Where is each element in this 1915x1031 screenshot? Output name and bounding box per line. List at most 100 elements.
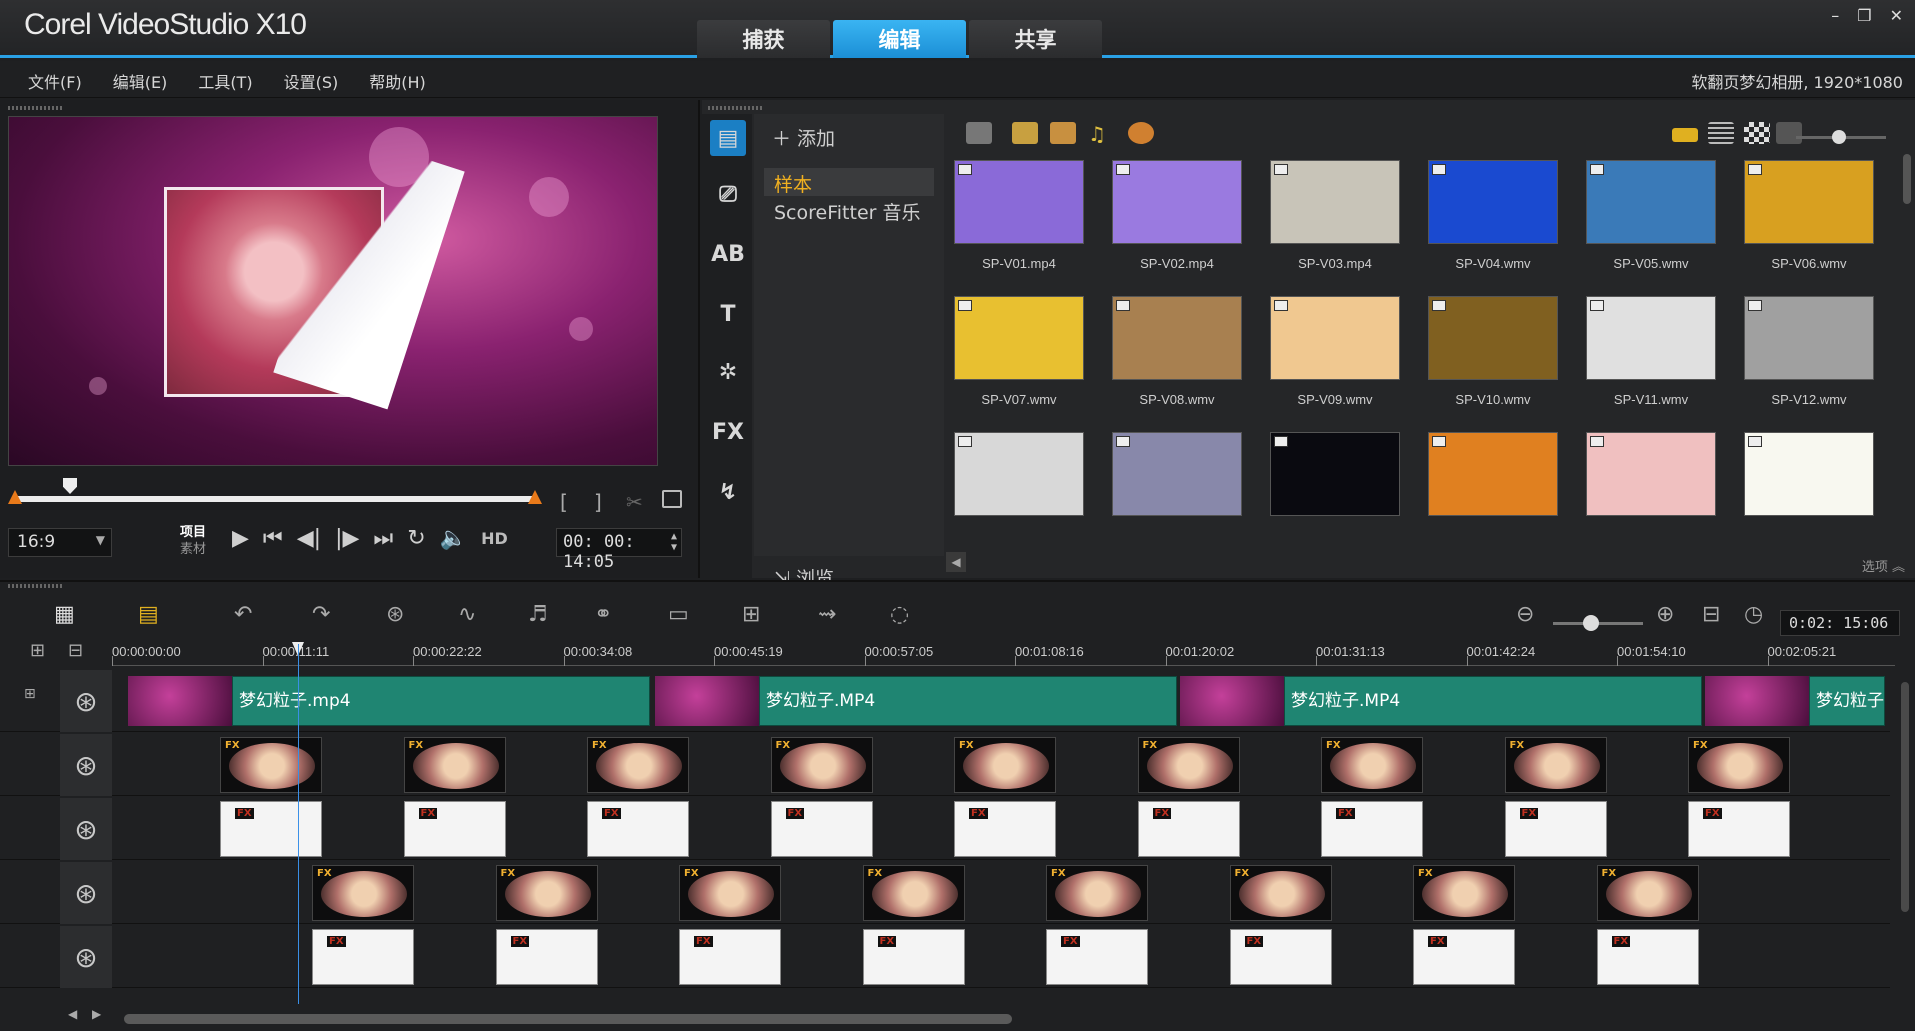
video-clip[interactable]: 梦幻粒子.MP4 <box>1284 676 1702 726</box>
overlay-photo-clip[interactable]: FX <box>954 737 1056 793</box>
library-thumbnail[interactable]: SP-V10.wmv <box>1428 296 1558 407</box>
graphics-icon[interactable]: ✲ <box>710 354 746 390</box>
thumbnail-size-slider[interactable] <box>1796 130 1886 144</box>
split-clip-icon[interactable]: ✂ <box>626 490 643 514</box>
library-thumbnail[interactable]: SP-V02.mp4 <box>1112 160 1242 271</box>
show-photos-icon[interactable] <box>1050 122 1076 144</box>
overlay-mask-clip[interactable]: FX <box>1321 801 1423 857</box>
ripple-edit-icon[interactable]: ⊞ <box>24 686 36 702</box>
mark-in-button[interactable]: [ <box>560 490 568 514</box>
overlay-mask-clip[interactable]: FX <box>862 929 965 985</box>
overlay-mask-clip[interactable]: FX <box>1046 929 1148 985</box>
video-clip[interactable]: 梦幻粒子.mp4 <box>232 676 650 726</box>
scrub-bar[interactable] <box>14 496 534 502</box>
time-remapping-icon[interactable]: ⇝ <box>818 602 836 627</box>
overlay-track-toggle-icon[interactable]: ⊛ <box>60 862 112 924</box>
library-thumbnail[interactable]: SP-V11.wmv <box>1586 296 1716 407</box>
add-folder-button[interactable]: ＋ 添加 <box>772 124 835 151</box>
menu-settings[interactable]: 设置(S) <box>284 69 339 93</box>
slider-knob[interactable] <box>1832 130 1846 144</box>
overlay-mask-clip[interactable]: FX <box>403 801 506 857</box>
timeline-ruler[interactable]: 00:00:00:00 00:00:11:11 00:00:22:22 00:00:3… <box>112 644 1895 666</box>
overlay-mask-clip[interactable]: FX <box>1229 929 1332 985</box>
show-audio-icon[interactable]: ♫ <box>1088 122 1114 146</box>
overlay-mask-clip[interactable]: FX <box>1504 801 1607 857</box>
overlay-mask-clip[interactable]: FX <box>770 801 873 857</box>
view-thumbnail-icon[interactable] <box>1672 128 1698 142</box>
video-clip[interactable]: 梦幻粒子.MP4 <box>759 676 1177 726</box>
repeat-icon[interactable]: ↻ <box>407 526 425 551</box>
overlay-photo-clip[interactable]: FX <box>495 865 598 921</box>
overlay-photo-clip[interactable]: FX <box>1046 865 1148 921</box>
timeline-vertical-scrollbar[interactable] <box>1901 682 1909 912</box>
timecode-spinner-icon[interactable]: ▲ ▼ <box>671 531 677 553</box>
fit-project-icon[interactable]: ⊟ <box>1702 602 1720 627</box>
view-list-icon[interactable] <box>1708 122 1734 144</box>
menu-edit[interactable]: 编辑(E) <box>113 69 168 93</box>
overlay-photo-clip[interactable]: FX <box>862 865 965 921</box>
preview-video[interactable] <box>8 116 658 466</box>
overlay-photo-clip[interactable]: FX <box>312 865 414 921</box>
overlay-photo-clip[interactable]: FX <box>1504 737 1607 793</box>
go-to-end-icon[interactable]: ⏭ <box>373 526 393 551</box>
enlarge-preview-icon[interactable] <box>662 490 682 508</box>
overlay-photo-clip[interactable]: FX <box>220 737 322 793</box>
tab-capture[interactable]: 捕获 <box>697 20 830 58</box>
mode-project[interactable]: 项目 <box>180 524 206 541</box>
folder-sample[interactable]: 样本 <box>764 168 934 196</box>
library-scrollbar[interactable] <box>1903 154 1911 204</box>
overlay-photo-clip[interactable]: FX <box>1321 737 1423 793</box>
video-track-toggle-icon[interactable]: ⊛ <box>60 670 112 732</box>
panel-grip[interactable] <box>708 106 764 110</box>
library-thumbnail[interactable]: SP-V05.wmv <box>1586 160 1716 271</box>
overlay-mask-clip[interactable]: FX <box>220 801 322 857</box>
stock-media-icon[interactable] <box>1128 122 1154 144</box>
view-grid-icon[interactable] <box>1744 122 1770 144</box>
library-thumbnail[interactable] <box>954 432 1084 528</box>
playhead[interactable] <box>298 644 299 1004</box>
library-thumbnail[interactable]: SP-V12.wmv <box>1744 296 1874 407</box>
trim-end-marker[interactable] <box>528 490 542 504</box>
library-thumbnail[interactable] <box>1744 432 1874 528</box>
minimize-button[interactable]: – <box>1831 6 1839 25</box>
overlay-mask-clip[interactable]: FX <box>679 929 781 985</box>
overlay-photo-clip[interactable]: FX <box>770 737 873 793</box>
overlay-mask-clip[interactable]: FX <box>1137 801 1240 857</box>
menu-help[interactable]: 帮助(H) <box>369 69 426 93</box>
record-capture-icon[interactable]: ⊛ <box>386 602 404 627</box>
show-all-tracks-icon[interactable]: ⊞ <box>30 640 45 661</box>
timeline-zoom-slider[interactable] <box>1553 615 1643 631</box>
overlay-track-toggle-icon[interactable]: ⊛ <box>60 798 112 860</box>
library-thumbnail[interactable]: SP-V09.wmv <box>1270 296 1400 407</box>
overlay-track-toggle-icon[interactable]: ⊛ <box>60 926 112 988</box>
subtitle-editor-icon[interactable]: ▭ <box>668 602 689 627</box>
slider-knob[interactable] <box>1583 615 1599 631</box>
redo-icon[interactable]: ↷ <box>312 602 330 627</box>
trim-start-marker[interactable] <box>8 490 22 504</box>
scroll-left-icon[interactable]: ◀ <box>68 1007 77 1021</box>
zoom-out-icon[interactable]: ⊖ <box>1516 602 1534 627</box>
library-thumbnail[interactable]: SP-V06.wmv <box>1744 160 1874 271</box>
transition-icon[interactable]: AB <box>710 236 746 272</box>
filter-icon[interactable]: FX <box>710 414 746 450</box>
menu-tools[interactable]: 工具(T) <box>198 69 252 93</box>
library-thumbnail[interactable] <box>1112 432 1242 528</box>
aspect-ratio-select[interactable]: 16:9 ▼ <box>8 528 112 557</box>
play-icon[interactable]: ▶ <box>232 526 249 551</box>
path-icon[interactable]: ↯ <box>710 474 746 510</box>
timecode-field[interactable]: 00: 00: 14:05 ▲ ▼ <box>556 528 682 572</box>
scroll-right-icon[interactable]: ▶ <box>92 1007 101 1021</box>
mark-out-button[interactable]: ] <box>594 490 602 514</box>
auto-music-icon[interactable]: ♬ <box>528 602 548 627</box>
library-thumbnail[interactable] <box>1428 432 1558 528</box>
library-thumbnail[interactable]: SP-V01.mp4 <box>954 160 1084 271</box>
restore-button[interactable]: ❐ <box>1857 6 1871 25</box>
overlay-photo-clip[interactable]: FX <box>587 737 689 793</box>
mask-creator-icon[interactable]: ◌ <box>890 602 909 627</box>
close-button[interactable]: ✕ <box>1890 6 1903 25</box>
volume-icon[interactable]: 🔈 <box>440 526 467 551</box>
multi-camera-icon[interactable]: ⊞ <box>742 602 760 627</box>
panel-grip[interactable] <box>8 584 64 588</box>
collapse-library-icon[interactable]: ◀ <box>946 552 966 572</box>
track-manager-icon[interactable]: ⊟ <box>68 640 83 661</box>
